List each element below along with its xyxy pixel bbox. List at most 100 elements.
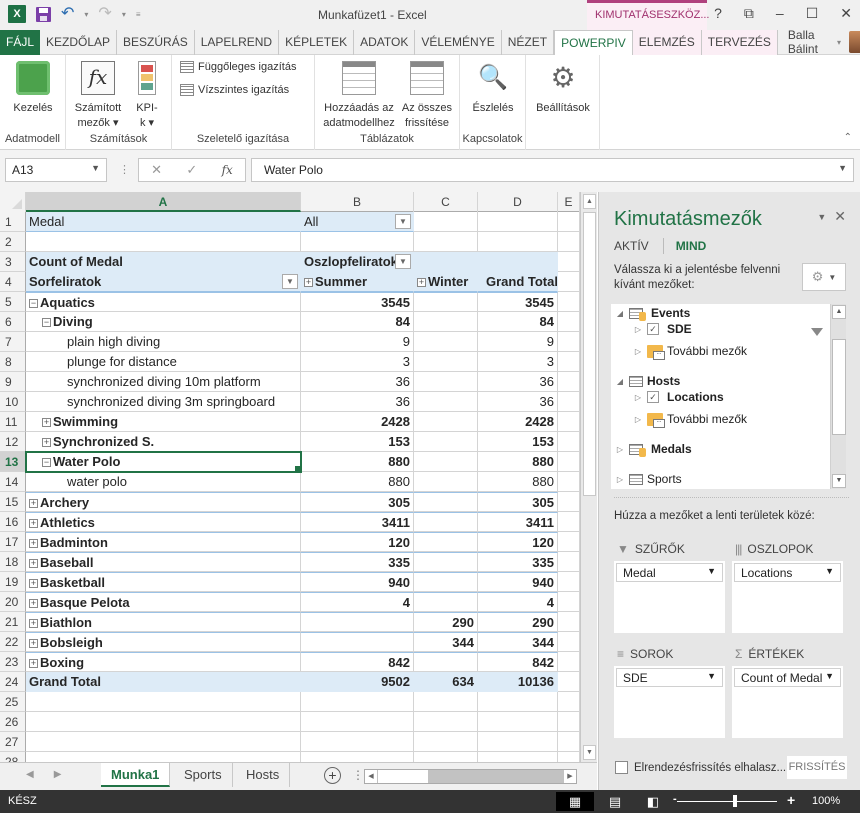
summer-value[interactable]: [301, 632, 414, 652]
cancel-icon[interactable]: ✕: [151, 162, 162, 178]
winter-value[interactable]: [414, 432, 478, 452]
cell[interactable]: [558, 572, 580, 592]
cell[interactable]: [478, 712, 558, 732]
summer-value[interactable]: 36: [301, 392, 414, 412]
vertical-alignment-button[interactable]: Függőleges igazítás: [180, 61, 296, 73]
row-header[interactable]: 11: [0, 412, 26, 432]
pivot-filter-label[interactable]: Medal: [26, 212, 301, 232]
row-header[interactable]: 3: [0, 252, 26, 272]
pivot-row-label[interactable]: − Diving: [26, 312, 301, 332]
vertical-scroll-thumb[interactable]: [583, 212, 596, 496]
filters-field-medal[interactable]: Medal ▼: [616, 563, 723, 582]
summer-value[interactable]: 2428: [301, 412, 414, 432]
filters-area[interactable]: Medal ▼: [614, 561, 725, 633]
winter-value[interactable]: [414, 312, 478, 332]
scroll-right-arrow[interactable]: ▶: [564, 770, 576, 783]
tab-view[interactable]: NÉZET: [502, 30, 555, 55]
row-header[interactable]: 14: [0, 472, 26, 492]
cell[interactable]: [558, 672, 580, 692]
summer-value[interactable]: 335: [301, 552, 414, 572]
cell[interactable]: [558, 312, 580, 332]
grand-total-value[interactable]: 9: [478, 332, 558, 352]
pivot-values-label[interactable]: Count of Medal: [26, 252, 301, 272]
detect-button[interactable]: 🔍 Észlelés: [466, 59, 520, 116]
field-more-fields[interactable]: ▷ További mezők: [633, 412, 747, 428]
winter-value[interactable]: [414, 652, 478, 672]
winter-value[interactable]: [414, 452, 478, 472]
add-to-data-model-button[interactable]: Hozzáadás az adatmodellhez: [321, 59, 397, 131]
scroll-up-arrow[interactable]: ▲: [832, 305, 846, 319]
cell[interactable]: [414, 712, 478, 732]
column-header-a[interactable]: A: [26, 192, 301, 212]
cell[interactable]: [558, 732, 580, 752]
rows-field-sde[interactable]: SDE ▼: [616, 668, 723, 687]
pivot-row-label[interactable]: plunge for distance: [26, 352, 301, 372]
pivot-row-label[interactable]: − Water Polo: [25, 451, 302, 473]
tab-all-fields[interactable]: MIND: [676, 239, 707, 253]
tab-insert[interactable]: BESZÚRÁS: [117, 30, 195, 55]
pivot-row-label[interactable]: + Archery: [26, 492, 301, 512]
sheet-tab-hosts[interactable]: Hosts: [236, 763, 291, 787]
tab-page-layout[interactable]: LAPELREND: [195, 30, 280, 55]
values-area[interactable]: Count of Medal ▼: [732, 666, 843, 738]
pivot-row-label[interactable]: + Baseball: [26, 552, 301, 572]
horizontal-alignment-button[interactable]: Vízszintes igazítás: [180, 84, 289, 96]
winter-value[interactable]: 634: [414, 672, 478, 692]
field-table-hosts[interactable]: ◢ Hosts: [615, 374, 680, 388]
cell[interactable]: [301, 752, 414, 762]
cell[interactable]: [558, 652, 580, 672]
row-header[interactable]: 27: [0, 732, 26, 752]
avatar[interactable]: [849, 31, 860, 53]
select-all-button[interactable]: [0, 192, 26, 212]
cell[interactable]: [558, 232, 580, 252]
field-list-scrollbar[interactable]: ▲ ▼: [830, 304, 846, 489]
chevron-down-icon[interactable]: ▼: [707, 671, 716, 681]
name-box[interactable]: A13 ▼: [5, 158, 107, 182]
pivot-row-label[interactable]: + Biathlon: [26, 612, 301, 632]
summer-value[interactable]: 305: [301, 492, 414, 512]
expand-icon[interactable]: ▷: [633, 347, 643, 356]
collapse-icon[interactable]: −: [42, 318, 51, 327]
tab-data[interactable]: ADATOK: [354, 30, 416, 55]
grand-total-value[interactable]: 842: [478, 652, 558, 672]
summer-value[interactable]: 84: [301, 312, 414, 332]
summer-value[interactable]: 36: [301, 372, 414, 392]
cell[interactable]: [558, 472, 580, 492]
winter-value[interactable]: [414, 552, 478, 572]
expand-icon[interactable]: +: [29, 639, 38, 648]
cell[interactable]: [414, 232, 478, 252]
formula-input[interactable]: Water Polo ▼: [251, 158, 854, 182]
excel-icon[interactable]: X: [8, 5, 26, 23]
cell[interactable]: [478, 692, 558, 712]
summer-value[interactable]: 880: [301, 472, 414, 492]
page-layout-view-icon[interactable]: ▤: [596, 792, 634, 811]
ribbon-display-icon[interactable]: ⧉: [744, 5, 754, 22]
grand-total-value[interactable]: 10136: [478, 672, 558, 692]
field-sde[interactable]: ▷ ✓ SDE: [633, 322, 692, 336]
field-table-medals[interactable]: ▷ Medals: [615, 442, 692, 457]
row-header[interactable]: 22: [0, 632, 26, 652]
cell[interactable]: [414, 212, 478, 232]
collapse-icon[interactable]: −: [29, 299, 38, 308]
zoom-slider-thumb[interactable]: [733, 795, 737, 807]
row-header[interactable]: 10: [0, 392, 26, 412]
tab-design[interactable]: TERVEZÉS: [701, 30, 778, 55]
cell[interactable]: [558, 332, 580, 352]
next-sheet-icon[interactable]: ▶: [54, 769, 62, 780]
cell[interactable]: [558, 512, 580, 532]
collapse-icon[interactable]: −: [42, 458, 51, 467]
cell[interactable]: [558, 292, 580, 312]
row-header[interactable]: 25: [0, 692, 26, 712]
expand-icon[interactable]: ▷: [633, 415, 643, 424]
grand-total-value[interactable]: 84: [478, 312, 558, 332]
grand-total-value[interactable]: 3: [478, 352, 558, 372]
field-checkbox[interactable]: ✓: [647, 323, 659, 335]
cell[interactable]: [414, 692, 478, 712]
cell[interactable]: [558, 432, 580, 452]
cell[interactable]: [26, 712, 301, 732]
pivot-row-label[interactable]: synchronized diving 10m platform: [26, 372, 301, 392]
cell[interactable]: [558, 272, 580, 292]
vertical-scrollbar[interactable]: ▲ ▼: [580, 192, 597, 762]
column-header-c[interactable]: C: [414, 192, 478, 212]
winter-value[interactable]: [414, 592, 478, 612]
